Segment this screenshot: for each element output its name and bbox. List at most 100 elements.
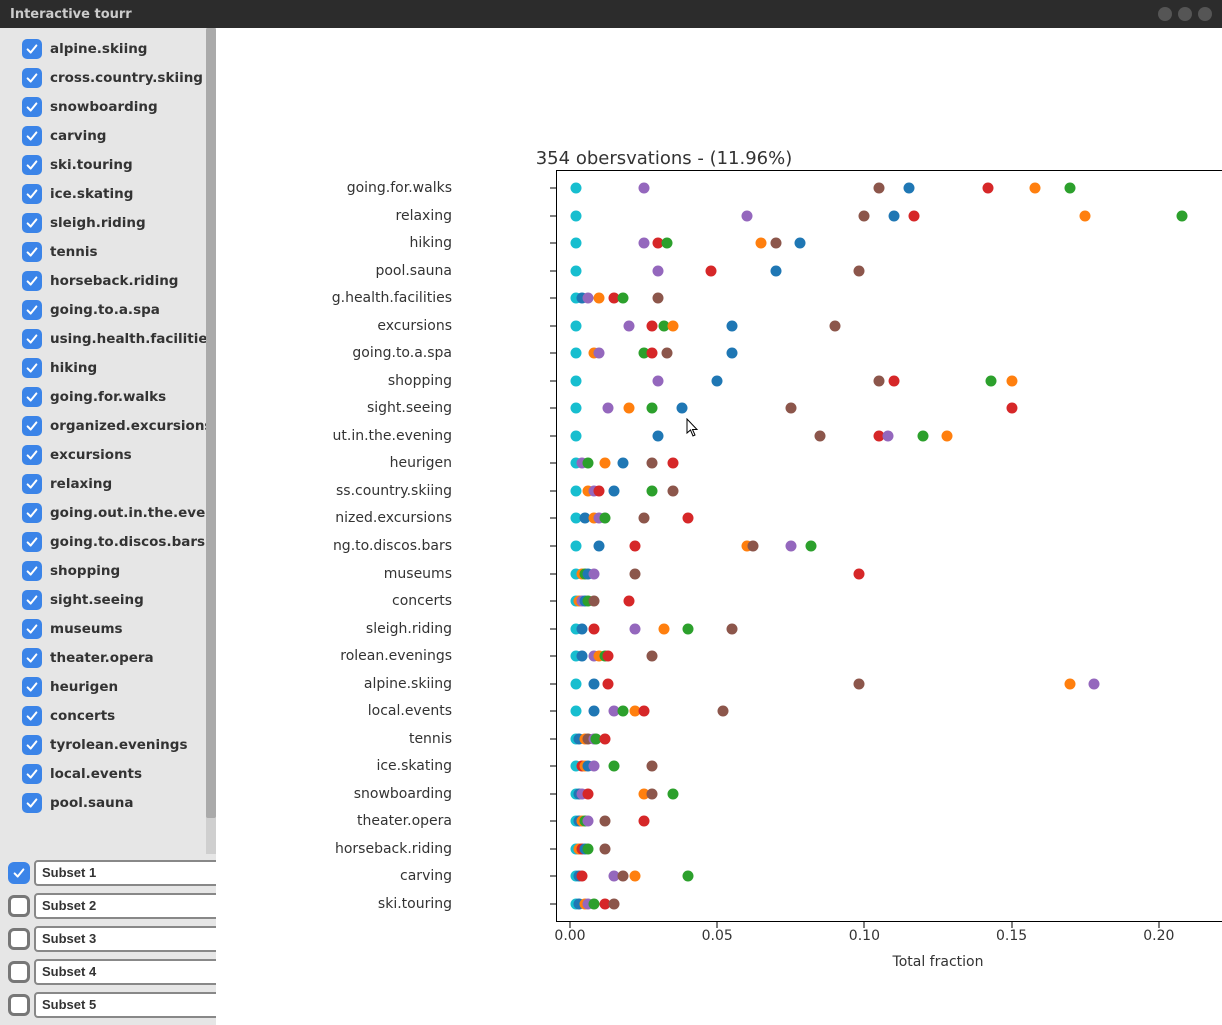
data-point[interactable]: [623, 596, 634, 607]
close-icon[interactable]: [1198, 7, 1212, 21]
data-point[interactable]: [600, 733, 611, 744]
checkbox-checked-icon[interactable]: [22, 271, 42, 291]
data-point[interactable]: [588, 899, 599, 910]
data-point[interactable]: [617, 871, 628, 882]
variable-check-row[interactable]: theater.opera: [4, 643, 212, 672]
data-point[interactable]: [785, 541, 796, 552]
data-point[interactable]: [918, 430, 929, 441]
variable-check-row[interactable]: alpine.skiing: [4, 34, 212, 63]
data-point[interactable]: [576, 651, 587, 662]
data-point[interactable]: [647, 651, 658, 662]
variable-check-row[interactable]: going.to.a.spa: [4, 295, 212, 324]
data-point[interactable]: [1006, 375, 1017, 386]
scrollbar-thumb[interactable]: [206, 28, 216, 818]
data-point[interactable]: [600, 513, 611, 524]
data-point[interactable]: [603, 651, 614, 662]
data-point[interactable]: [668, 485, 679, 496]
subset-name-input[interactable]: [34, 860, 225, 886]
checkbox-checked-icon[interactable]: [22, 648, 42, 668]
checkbox-checked-icon[interactable]: [22, 735, 42, 755]
data-point[interactable]: [603, 403, 614, 414]
checkbox-checked-icon[interactable]: [22, 213, 42, 233]
data-point[interactable]: [570, 210, 581, 221]
data-point[interactable]: [582, 293, 593, 304]
data-point[interactable]: [638, 706, 649, 717]
data-point[interactable]: [882, 430, 893, 441]
data-point[interactable]: [1006, 403, 1017, 414]
data-point[interactable]: [594, 293, 605, 304]
data-point[interactable]: [747, 541, 758, 552]
data-point[interactable]: [638, 816, 649, 827]
variable-check-row[interactable]: sight.seeing: [4, 585, 212, 614]
data-point[interactable]: [638, 513, 649, 524]
data-point[interactable]: [853, 265, 864, 276]
data-point[interactable]: [638, 183, 649, 194]
variable-check-row[interactable]: concerts: [4, 701, 212, 730]
data-point[interactable]: [653, 293, 664, 304]
data-point[interactable]: [909, 210, 920, 221]
checkbox-checked-icon[interactable]: [22, 561, 42, 581]
checkbox-checked-icon[interactable]: [22, 503, 42, 523]
data-point[interactable]: [682, 513, 693, 524]
data-point[interactable]: [603, 678, 614, 689]
data-point[interactable]: [712, 375, 723, 386]
data-point[interactable]: [570, 320, 581, 331]
variable-check-row[interactable]: horseback.riding: [4, 266, 212, 295]
subset-name-input[interactable]: [34, 992, 225, 1018]
data-point[interactable]: [570, 348, 581, 359]
data-point[interactable]: [570, 541, 581, 552]
variable-check-row[interactable]: museums: [4, 614, 212, 643]
variable-check-row[interactable]: sleigh.riding: [4, 208, 212, 237]
data-point[interactable]: [806, 541, 817, 552]
variable-check-row[interactable]: organized.excursions: [4, 411, 212, 440]
data-point[interactable]: [668, 788, 679, 799]
variable-check-row[interactable]: pool.sauna: [4, 788, 212, 817]
checkbox-checked-icon[interactable]: [22, 590, 42, 610]
data-point[interactable]: [623, 320, 634, 331]
data-point[interactable]: [647, 761, 658, 772]
data-point[interactable]: [853, 568, 864, 579]
data-point[interactable]: [662, 348, 673, 359]
data-point[interactable]: [726, 348, 737, 359]
data-point[interactable]: [682, 623, 693, 634]
data-point[interactable]: [815, 430, 826, 441]
variable-check-row[interactable]: shopping: [4, 556, 212, 585]
data-point[interactable]: [1065, 183, 1076, 194]
data-point[interactable]: [576, 871, 587, 882]
checkbox-checked-icon[interactable]: [22, 242, 42, 262]
checkbox-checked-icon[interactable]: [22, 126, 42, 146]
subset-name-input[interactable]: [34, 893, 225, 919]
data-point[interactable]: [647, 403, 658, 414]
checkbox-checked-icon[interactable]: [22, 97, 42, 117]
checkbox-checked-icon[interactable]: [22, 184, 42, 204]
data-point[interactable]: [1030, 183, 1041, 194]
data-point[interactable]: [662, 238, 673, 249]
variable-check-row[interactable]: ice.skating: [4, 179, 212, 208]
data-point[interactable]: [582, 458, 593, 469]
checkbox-checked-icon[interactable]: [22, 764, 42, 784]
variable-check-row[interactable]: cross.country.skiing: [4, 63, 212, 92]
checkbox-unchecked-icon[interactable]: [8, 928, 30, 950]
data-point[interactable]: [888, 210, 899, 221]
data-point[interactable]: [594, 485, 605, 496]
data-point[interactable]: [682, 871, 693, 882]
checkbox-unchecked-icon[interactable]: [8, 895, 30, 917]
data-point[interactable]: [726, 623, 737, 634]
data-point[interactable]: [594, 541, 605, 552]
variable-check-row[interactable]: ski.touring: [4, 150, 212, 179]
data-point[interactable]: [617, 706, 628, 717]
data-point[interactable]: [576, 623, 587, 634]
data-point[interactable]: [629, 568, 640, 579]
variable-check-row[interactable]: going.to.discos.bars: [4, 527, 212, 556]
variable-check-row[interactable]: tennis: [4, 237, 212, 266]
checkbox-checked-icon[interactable]: [22, 793, 42, 813]
data-point[interactable]: [853, 678, 864, 689]
variable-check-row[interactable]: heurigen: [4, 672, 212, 701]
data-point[interactable]: [570, 238, 581, 249]
data-point[interactable]: [659, 623, 670, 634]
data-point[interactable]: [617, 293, 628, 304]
data-point[interactable]: [676, 403, 687, 414]
minimize-icon[interactable]: [1158, 7, 1172, 21]
variable-check-row[interactable]: going.for.walks: [4, 382, 212, 411]
maximize-icon[interactable]: [1178, 7, 1192, 21]
